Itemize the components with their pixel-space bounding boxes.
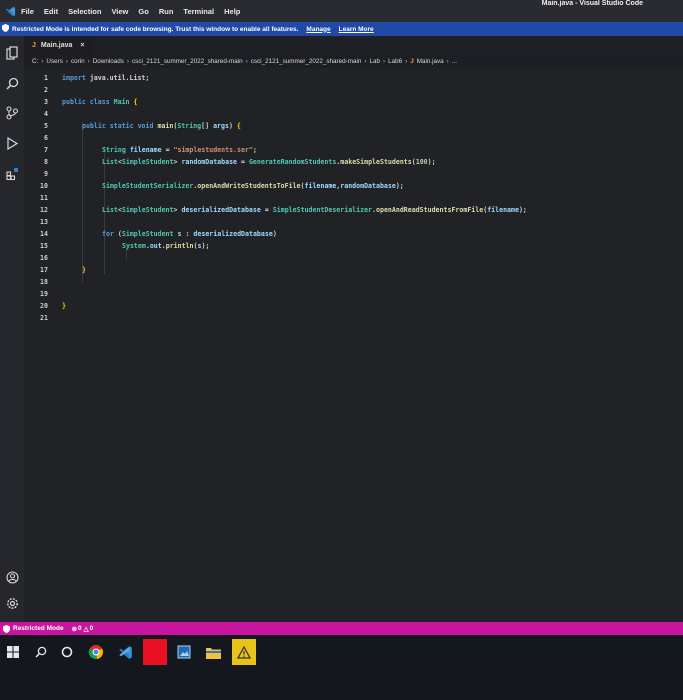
code-line[interactable]: import java.util.List; [62,74,149,82]
shield-icon [3,624,10,633]
vscode-icon[interactable] [114,641,136,663]
line-number: 4 [44,110,48,118]
line-number: 3 [44,98,48,106]
editor-tab-bar: J Main.java × [24,36,683,54]
line-number: 9 [44,170,48,178]
code-line[interactable]: for (SimpleStudent s : deserializedDatab… [102,230,277,238]
menu-bar: File Edit Selection View Go Run Terminal… [0,0,683,22]
menu-run[interactable]: Run [159,7,174,16]
line-number: 2 [44,86,48,94]
manage-gear-icon[interactable] [3,594,21,612]
learn-more-link[interactable]: Learn More [339,26,374,33]
vscode-window: File Edit Selection View Go Run Terminal… [0,0,683,700]
code-line[interactable]: } [62,302,66,310]
breadcrumb-item[interactable]: csci_2121_summer_2022_shared-main [132,58,243,65]
line-number: 11 [40,194,48,202]
menu-go[interactable]: Go [138,7,148,16]
line-number: 20 [40,302,48,310]
restricted-mode-status[interactable]: Restricted Mode [3,624,64,633]
warning-icon: △ [83,625,89,633]
code-line[interactable]: SimpleStudentSerializer.openAndWriteStud… [102,182,404,190]
breadcrumb-item[interactable]: csci_2121_summer_2022_shared-main [251,58,362,65]
tab-main-java[interactable]: J Main.java × [24,36,93,54]
line-number: 19 [40,290,48,298]
line-number: 8 [44,158,48,166]
breadcrumb: C: › Users › corin › Downloads › csci_2121_s… [32,57,458,65]
restricted-mode-banner: Restricted Mode is intended for safe cod… [0,22,683,36]
problems-status[interactable]: ⊗ 0 △ 0 [72,625,94,633]
line-number: 12 [40,206,48,214]
code-line[interactable]: } [82,266,86,274]
tab-label: Main.java [40,41,73,49]
photos-icon[interactable] [173,641,195,663]
red-app-icon[interactable] [143,639,167,665]
code-line[interactable]: List<SimpleStudent> deserializedDatabase… [102,206,527,214]
breadcrumb-item[interactable]: Downloads [93,58,124,65]
cortana-icon[interactable] [56,641,78,663]
line-number: 1 [44,74,48,82]
line-number: 14 [40,230,48,238]
menu-file[interactable]: File [21,7,34,16]
search-icon[interactable] [30,641,52,663]
line-number: 7 [44,146,48,154]
status-bar: Restricted Mode ⊗ 0 △ 0 [0,622,683,635]
java-file-icon: J [410,57,414,65]
line-number: 5 [44,122,48,130]
vscode-logo-icon [3,4,17,18]
restricted-mode-text: Restricted Mode is intended for safe cod… [12,25,299,33]
run-debug-icon[interactable] [3,134,21,152]
menu-terminal[interactable]: Terminal [183,7,214,16]
breadcrumb-item[interactable]: corin [71,58,85,65]
menu-view[interactable]: View [111,7,128,16]
window-title: Main.java - Visual Studio Code [541,0,643,7]
menu-selection[interactable]: Selection [68,7,101,16]
breadcrumb-item[interactable]: ... [452,58,457,65]
code-editor[interactable]: 1 import java.util.List; 2 3 public class … [24,68,683,622]
menu-edit[interactable]: Edit [44,7,58,16]
breadcrumb-item[interactable]: Lab6 [388,58,402,65]
breadcrumb-item[interactable]: Lab [369,58,380,65]
accounts-icon[interactable] [3,568,21,586]
source-control-icon[interactable] [3,104,21,122]
code-line[interactable]: public class Main { [62,98,137,106]
breadcrumb-item[interactable]: Main.java [417,58,444,65]
breadcrumb-item[interactable]: Users [46,58,62,65]
windows-taskbar [0,635,683,700]
close-icon[interactable]: × [80,42,84,49]
line-number: 10 [40,182,48,190]
warning-app-icon[interactable] [232,639,256,665]
line-number: 18 [40,278,48,286]
windows-start-icon[interactable] [2,641,24,663]
line-number: 15 [40,242,48,250]
java-file-icon: J [32,41,36,49]
error-icon: ⊗ [71,625,78,633]
shield-icon [2,24,9,34]
line-number: 16 [40,254,48,262]
explorer-icon[interactable] [3,44,21,62]
line-number: 6 [44,134,48,142]
extensions-icon[interactable] [3,164,21,182]
file-explorer-icon[interactable] [202,641,224,663]
menu-help[interactable]: Help [224,7,240,16]
search-icon[interactable] [3,74,21,92]
line-number: 17 [40,266,48,274]
line-number: 21 [40,314,48,322]
code-line[interactable]: System.out.println(s); [122,242,209,250]
activity-bar [0,36,24,622]
code-line[interactable]: List<SimpleStudent> randomDatabase = Gen… [102,158,436,166]
code-line[interactable]: public static void main(String[] args) { [82,122,241,130]
code-line[interactable]: String filename = "simplestudents.ser"; [102,146,257,154]
manage-link[interactable]: Manage [306,26,330,33]
breadcrumb-item[interactable]: C: [32,58,38,65]
line-number: 13 [40,218,48,226]
chrome-icon[interactable] [85,641,107,663]
